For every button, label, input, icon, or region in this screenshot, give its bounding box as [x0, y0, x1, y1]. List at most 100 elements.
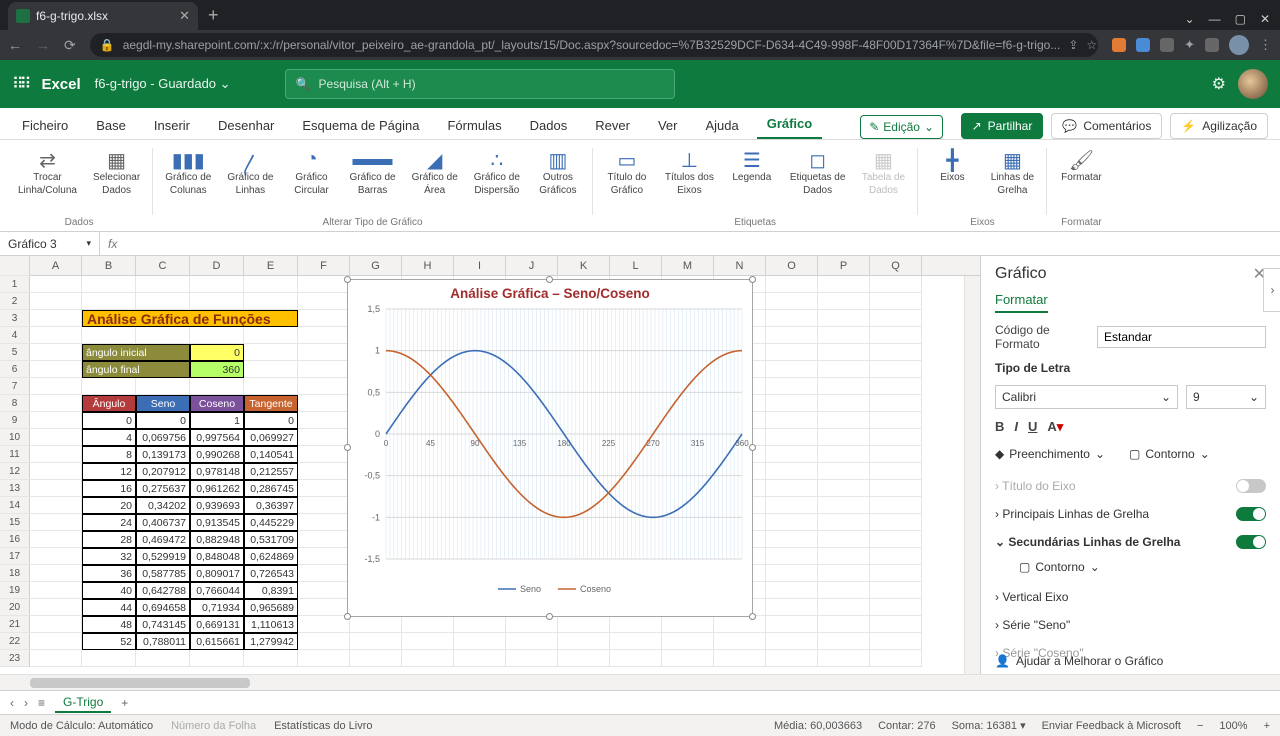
next-sheet-icon[interactable]: › [24, 696, 28, 710]
cell[interactable]: 0,531709 [244, 531, 298, 548]
editing-mode-button[interactable]: Edição ⌄ [860, 115, 943, 139]
col-header[interactable]: L [610, 256, 662, 275]
cell[interactable]: 0,624869 [244, 548, 298, 565]
row-header[interactable]: 18 [0, 565, 30, 582]
tab-ficheiro[interactable]: Ficheiro [12, 111, 78, 139]
cell[interactable] [136, 327, 190, 344]
cell[interactable]: 32 [82, 548, 136, 565]
fill-dropdown[interactable]: ◆ Preenchimento ⌄ [995, 447, 1105, 462]
cell[interactable] [870, 497, 922, 514]
cell[interactable] [870, 446, 922, 463]
cell[interactable]: 0 [82, 412, 136, 429]
cell[interactable] [244, 361, 298, 378]
cell[interactable]: 1 [190, 412, 244, 429]
cell[interactable] [766, 293, 818, 310]
cell[interactable] [818, 514, 870, 531]
close-tab-icon[interactable]: ✕ [179, 8, 190, 24]
cell[interactable] [870, 514, 922, 531]
area-chart-button[interactable]: ◢Gráfico deÁrea [412, 148, 458, 196]
comments-button[interactable]: 💬 Comentários [1051, 113, 1162, 139]
cell[interactable] [870, 344, 922, 361]
cell[interactable]: 0 [190, 344, 244, 361]
cell[interactable] [402, 633, 454, 650]
axis-titles-button[interactable]: ⊥Títulos dosEixos [665, 148, 714, 196]
resize-handle[interactable] [344, 276, 351, 283]
cell[interactable] [766, 463, 818, 480]
row-header[interactable]: 9 [0, 412, 30, 429]
row-header[interactable]: 23 [0, 650, 30, 667]
pie-chart-button[interactable]: ◔GráficoCircular [289, 148, 333, 196]
row-header[interactable]: 13 [0, 480, 30, 497]
cell[interactable] [298, 327, 350, 344]
cell[interactable] [870, 548, 922, 565]
row-header[interactable]: 16 [0, 531, 30, 548]
cell[interactable]: 0,286745 [244, 480, 298, 497]
vertical-axis-row[interactable]: › Vertical Eixo [995, 583, 1266, 611]
prev-sheet-icon[interactable]: ‹ [10, 696, 14, 710]
profile-avatar[interactable] [1229, 35, 1249, 55]
cell[interactable] [30, 344, 82, 361]
cell[interactable] [870, 633, 922, 650]
gridlines-button[interactable]: ▦Linhas deGrelha [990, 148, 1034, 196]
maximize-icon[interactable]: ▢ [1235, 12, 1246, 26]
chevron-down-icon[interactable]: ⌄ [1185, 12, 1195, 26]
cell[interactable] [714, 633, 766, 650]
col-header[interactable]: D [190, 256, 244, 275]
cell[interactable] [298, 293, 350, 310]
row-header[interactable]: 3 [0, 310, 30, 327]
all-sheets-icon[interactable]: ≡ [38, 696, 45, 710]
cell[interactable] [714, 616, 766, 633]
row-header[interactable]: 4 [0, 327, 30, 344]
cell[interactable] [30, 650, 82, 667]
cell[interactable] [298, 446, 350, 463]
data-labels-button[interactable]: ◻Etiquetas deDados [790, 148, 846, 196]
cell[interactable]: Coseno [190, 395, 244, 412]
share-url-icon[interactable]: ⇪ [1068, 38, 1078, 52]
cell[interactable]: 0,669131 [190, 616, 244, 633]
font-size-select[interactable]: 9⌄ [1186, 385, 1266, 409]
cell[interactable]: 0,207912 [136, 463, 190, 480]
add-sheet-icon[interactable]: + [121, 696, 128, 710]
cell[interactable] [298, 463, 350, 480]
resize-handle[interactable] [546, 276, 553, 283]
col-header[interactable]: O [766, 256, 818, 275]
row-header[interactable]: 5 [0, 344, 30, 361]
cell[interactable]: 360 [190, 361, 244, 378]
row-header[interactable]: 1 [0, 276, 30, 293]
cell[interactable] [30, 463, 82, 480]
cell[interactable] [454, 650, 506, 667]
cell[interactable] [870, 616, 922, 633]
cell[interactable] [30, 497, 82, 514]
cell[interactable] [244, 327, 298, 344]
cell[interactable] [766, 582, 818, 599]
cell[interactable]: 0,726543 [244, 565, 298, 582]
cell[interactable] [766, 514, 818, 531]
cell[interactable]: 0,529919 [136, 548, 190, 565]
cell[interactable] [30, 378, 82, 395]
cell[interactable]: 0,140541 [244, 446, 298, 463]
cell[interactable]: 0,990268 [190, 446, 244, 463]
cell[interactable]: 0,882948 [190, 531, 244, 548]
tab-desenhar[interactable]: Desenhar [208, 111, 284, 139]
puzzle-icon[interactable]: ✦ [1184, 37, 1195, 53]
format-button[interactable]: 🖌Formatar [1059, 148, 1103, 183]
ext-icon-2[interactable] [1136, 38, 1150, 52]
cell[interactable] [766, 480, 818, 497]
cell[interactable]: ângulo final [82, 361, 190, 378]
sheet-number[interactable]: Número da Folha [171, 720, 256, 732]
cell[interactable] [298, 531, 350, 548]
minor-gridlines-row[interactable]: ⌄ Secundárias Linhas de Grelha [995, 528, 1266, 556]
cell[interactable]: Tangente [244, 395, 298, 412]
outline-dropdown[interactable]: ▢ Contorno ⌄ [1129, 447, 1210, 462]
cell[interactable] [766, 446, 818, 463]
cell[interactable]: 36 [82, 565, 136, 582]
tab-formulas[interactable]: Fórmulas [437, 111, 511, 139]
cell[interactable] [818, 582, 870, 599]
cell[interactable] [190, 293, 244, 310]
scatter-chart-button[interactable]: ∴Gráfico deDispersão [474, 148, 520, 196]
col-header[interactable]: A [30, 256, 82, 275]
cell[interactable] [136, 293, 190, 310]
cell[interactable] [82, 276, 136, 293]
cell[interactable]: 0,069756 [136, 429, 190, 446]
axes-button[interactable]: ╋Eixos [930, 148, 974, 183]
